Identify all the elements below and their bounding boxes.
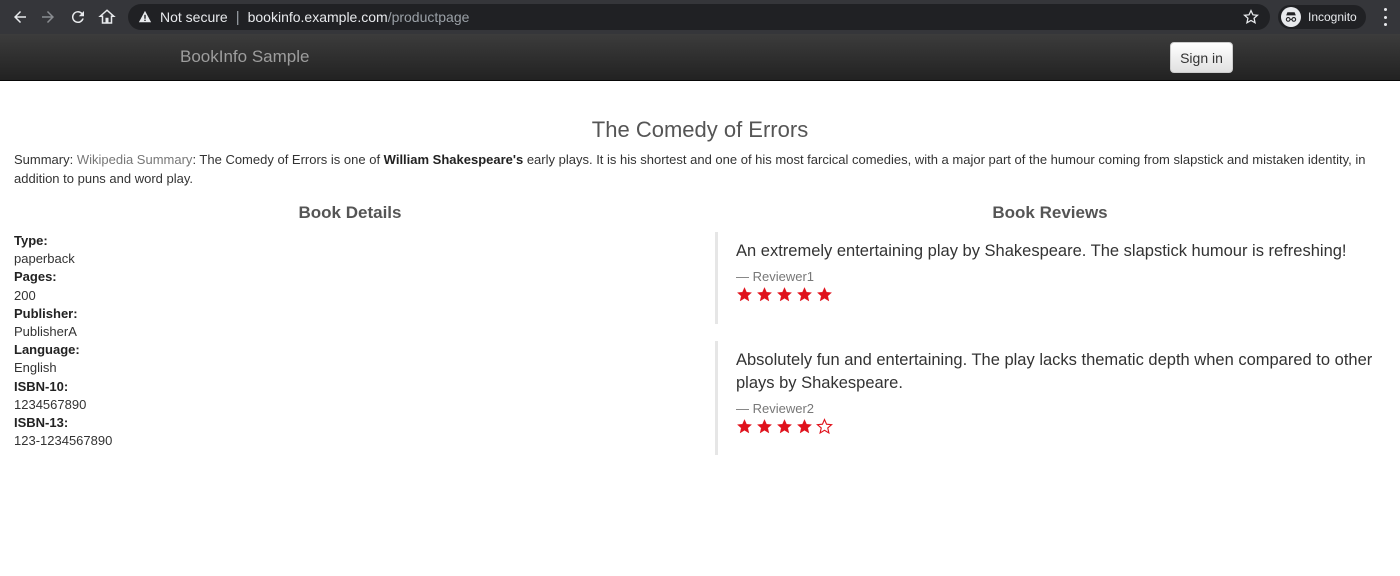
book-reviews-heading: Book Reviews (992, 203, 1108, 222)
star-filled-icon (776, 287, 793, 302)
star-rating (736, 286, 1385, 303)
book-details-heading: Book Details (298, 203, 402, 222)
wikipedia-summary-link[interactable]: Wikipedia Summary (77, 152, 193, 167)
star-empty-icon (816, 418, 833, 435)
book-details-list: Type: paperback Pages: 200 Publisher: Pu… (14, 232, 112, 450)
publisher-label: Publisher: (14, 305, 78, 321)
pages-value: 200 (14, 287, 36, 303)
back-icon[interactable] (6, 3, 34, 31)
forward-icon[interactable] (34, 3, 62, 31)
star-filled-icon (796, 419, 813, 434)
star-filled-icon (756, 419, 773, 434)
sign-in-button[interactable]: Sign in (1170, 42, 1233, 73)
star-filled-icon (756, 287, 773, 302)
star-filled-icon (776, 419, 793, 434)
pages-label: Pages: (14, 269, 57, 285)
summary-prefix: Summary: (14, 152, 77, 167)
star-rating (736, 418, 1385, 435)
star-filled-icon (736, 419, 753, 434)
browser-toolbar: Not secure | bookinfo.example.com/produc… (0, 0, 1400, 34)
summary-mid: : The Comedy of Errors is one of (192, 152, 384, 167)
url-host: bookinfo.example.com (247, 9, 388, 25)
star-filled-icon (816, 287, 833, 302)
incognito-icon (1281, 7, 1301, 27)
incognito-badge[interactable]: Incognito (1278, 5, 1366, 29)
isbn10-label: ISBN-10: (14, 378, 69, 394)
summary-author: William Shakespeare's (383, 152, 524, 167)
isbn13-label: ISBN-13: (14, 415, 69, 431)
address-bar[interactable]: Not secure | bookinfo.example.com/produc… (128, 4, 1270, 30)
language-label: Language: (14, 342, 80, 358)
isbn13-value: 123-1234567890 (14, 433, 113, 449)
security-label[interactable]: Not secure (160, 9, 228, 25)
review-text: An extremely entertaining play by Shakes… (736, 242, 1347, 260)
brand-title[interactable]: BookInfo Sample (180, 47, 309, 67)
language-value: English (14, 360, 57, 376)
type-label: Type: (14, 233, 48, 248)
reload-icon[interactable] (64, 3, 92, 31)
browser-menu-icon[interactable] (1378, 8, 1392, 26)
review-text: Absolutely fun and entertaining. The pla… (736, 351, 1373, 392)
star-filled-icon (736, 287, 753, 302)
review-card: An extremely entertaining play by Shakes… (715, 232, 1385, 324)
book-summary: Summary: Wikipedia Summary: The Comedy o… (14, 150, 1384, 188)
url-path: /productpage (387, 9, 470, 25)
star-filled-icon (796, 287, 813, 302)
reviewer-name: — Reviewer2 (736, 401, 815, 416)
home-icon[interactable] (93, 3, 121, 31)
publisher-value: PublisherA (14, 324, 77, 340)
app-navbar: BookInfo Sample Sign in (0, 34, 1400, 81)
type-value: paperback (14, 251, 75, 267)
incognito-label: Incognito (1308, 10, 1357, 24)
review-card: Absolutely fun and entertaining. The pla… (715, 341, 1385, 455)
isbn10-value: 1234567890 (14, 396, 87, 412)
bookmark-star-icon[interactable] (1242, 8, 1260, 26)
book-title: The Comedy of Errors (591, 117, 809, 142)
reviewer-name: — Reviewer1 (736, 269, 815, 284)
warning-icon (138, 10, 152, 24)
separator: | (235, 8, 240, 26)
